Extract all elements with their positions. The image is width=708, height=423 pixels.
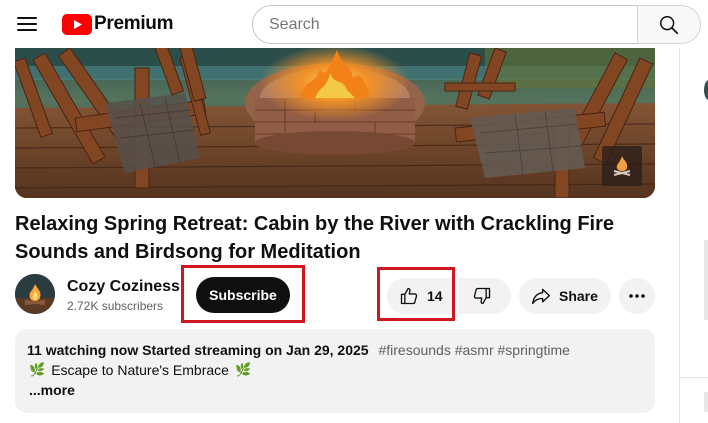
show-more-link[interactable]: ...more [29,382,75,398]
channel-avatar-image [15,274,55,314]
share-label: Share [559,288,598,304]
like-button[interactable]: 14 [387,278,452,314]
video-frame-fire-pit-scene [15,48,655,198]
logo-text: Premium [94,13,174,34]
more-horizontal-icon [629,294,645,298]
herb-icon: 🌿 [234,362,252,377]
secondary-column-divider [679,48,680,423]
stream-start-date: Started streaming on Jan 29, 2025 [142,342,369,358]
hashtags[interactable]: #firesounds #asmr #springtime [378,342,569,358]
secondary-thumbnail-edge[interactable] [704,80,708,100]
channel-avatar[interactable] [15,274,55,314]
watching-count: 11 watching now [27,342,139,358]
secondary-item-edge [704,240,708,320]
subscriber-count: 2.72K subscribers [67,299,164,313]
description-headline-row: 🌿 Escape to Nature's Embrace 🌿 [29,362,251,378]
youtube-premium-logo[interactable]: Premium [62,13,174,35]
description-headline: Escape to Nature's Embrace [51,362,229,378]
description-box[interactable]: 11 watching now Started streaming on Jan… [15,329,655,413]
channel-name[interactable]: Cozy Coziness [67,278,180,296]
description-meta: 11 watching now Started streaming on Jan… [27,342,570,358]
herb-icon: 🌿 [29,362,46,377]
campfire-watermark-icon [613,156,631,176]
subscribe-button[interactable]: Subscribe [196,277,290,313]
dislike-button[interactable] [458,278,511,314]
share-button[interactable]: Share [519,278,611,314]
share-icon [532,288,550,305]
more-actions-button[interactable] [619,278,655,314]
secondary-item-edge [704,392,708,412]
secondary-column-separator [679,377,708,378]
thumbs-down-icon [473,287,491,305]
video-title: Relaxing Spring Retreat: Cabin by the Ri… [15,213,615,263]
like-count: 14 [427,288,443,304]
search-icon [660,15,679,34]
channel-watermark[interactable] [602,146,642,186]
video-player[interactable] [15,48,655,198]
search-box [252,5,638,44]
top-header: Premium [0,0,708,48]
hamburger-menu-icon[interactable] [14,11,40,37]
search-input[interactable] [269,6,629,43]
search-button[interactable] [637,5,701,44]
thumbs-up-icon [400,287,418,305]
youtube-logo-icon [62,13,92,35]
